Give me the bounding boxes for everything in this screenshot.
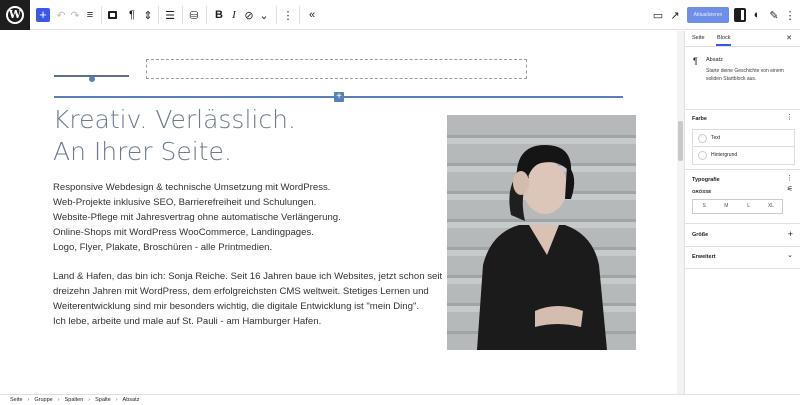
breadcrumb: Seite › Gruppe › Spalten › Spalte › Absa…	[0, 394, 800, 405]
color-panel: Farbe ⋮ Text Hintergrund	[685, 110, 800, 170]
heading-line: Kreativ. Verlässlich.	[53, 105, 296, 134]
paragraph-line: Web-Projekte inklusive SEO, Barrierefrei…	[53, 197, 317, 208]
paragraph-line: Weiterentwicklung sind mir besonders wic…	[53, 301, 420, 312]
more-formatting-icon[interactable]: ⌄	[259, 7, 269, 23]
breadcrumb-item[interactable]: Seite	[10, 397, 23, 403]
breadcrumb-item[interactable]: Absatz	[123, 397, 140, 403]
italic-button[interactable]: I	[229, 7, 239, 23]
breadcrumb-item[interactable]: Gruppe	[34, 397, 52, 403]
block-inserter-button[interactable]: +	[36, 8, 50, 22]
paragraph-line: Logo, Flyer, Plakate, Broschüren - alle …	[53, 242, 273, 253]
paragraph-line: Online-Shops mit WordPress WooCommerce, …	[53, 227, 314, 238]
font-size-s[interactable]: S	[693, 200, 715, 213]
breadcrumb-item[interactable]: Spalten	[65, 397, 84, 403]
services-paragraph[interactable]: Responsive Webdesign & technische Umsetz…	[53, 180, 433, 255]
undo-icon[interactable]: ↶	[56, 7, 66, 23]
close-icon[interactable]: ✕	[786, 34, 792, 42]
settings-toggle-icon[interactable]	[734, 8, 746, 22]
paragraph-icon[interactable]: ¶	[127, 7, 137, 23]
resize-handle[interactable]	[89, 76, 95, 82]
toolbar-divider	[101, 6, 102, 24]
font-size-label: GRÖSSE	[692, 189, 712, 194]
paragraph-line: Land & Hafen, das bin ich: Sonja Reiche.…	[53, 271, 443, 282]
toolbar-divider	[299, 6, 300, 24]
breadcrumb-separator: ›	[88, 397, 91, 403]
plugin-edit-icon[interactable]: ✎	[768, 7, 780, 23]
breadcrumb-separator: ›	[57, 397, 60, 403]
paragraph-line: Ich lebe, arbeite und male auf St. Pauli…	[53, 316, 322, 327]
tab-page[interactable]: Seite	[692, 35, 705, 41]
chevron-down-icon[interactable]: ⌄	[787, 251, 793, 259]
breadcrumb-separator: ›	[27, 397, 30, 403]
panel-title: Größe	[692, 232, 709, 238]
panel-title: Erweitert	[692, 254, 716, 260]
canvas-scrollbar[interactable]	[677, 31, 684, 394]
wordpress-icon: W	[6, 5, 24, 24]
collapse-toolbar-icon[interactable]: «	[307, 7, 317, 23]
paragraph-line: Website-Pflege mit Jahresvertrag ohne au…	[53, 212, 341, 223]
settings-sidebar: Seite Block ✕ ¶ Absatz Starte deine Gesc…	[684, 31, 800, 394]
top-toolbar: W + ↶ ↷ ≡ ¶ ⇕ ☰ ⛁ B I ⊘ ⌄ ⋮ « ▭ ↗ Aktual…	[0, 0, 800, 30]
preview-device-icon[interactable]: ▭	[652, 7, 664, 23]
styles-icon[interactable]: ◐	[751, 7, 763, 23]
tab-block[interactable]: Block	[715, 35, 732, 46]
about-paragraph[interactable]: Land & Hafen, das bin ich: Sonja Reiche.…	[53, 269, 443, 329]
font-size-l[interactable]: L	[738, 200, 760, 213]
sidebar-tabs: Seite Block ✕	[685, 31, 800, 47]
link-icon[interactable]: ⊘	[243, 7, 255, 23]
align-text-icon[interactable]: ☰	[165, 7, 175, 23]
font-size-xl[interactable]: XL	[760, 200, 782, 213]
font-size-picker: S M L XL	[692, 199, 783, 214]
block-bindings-icon[interactable]: ⛁	[189, 7, 199, 23]
heading-line: An Ihrer Seite.	[53, 137, 232, 166]
redo-icon[interactable]: ↷	[70, 7, 80, 23]
breadcrumb-item[interactable]: Spalte	[95, 397, 111, 403]
toolbar-divider	[182, 6, 183, 24]
paragraph-block-icon: ¶	[693, 56, 698, 66]
color-option-label: Text	[711, 135, 721, 141]
block-card: ¶ Absatz Starte deine Geschichte von ein…	[685, 47, 800, 110]
portrait-image[interactable]	[447, 115, 636, 350]
block-name: Absatz	[706, 57, 723, 63]
color-options: Text Hintergrund	[692, 129, 795, 165]
paragraph-line: dreizehn Jahren mit WordPress, dem erfol…	[53, 286, 429, 297]
toolbar-divider	[158, 6, 159, 24]
scrollbar-thumb[interactable]	[678, 121, 683, 161]
block-description: Starte deine Geschichte von einem solide…	[706, 68, 784, 82]
empty-block-placeholder[interactable]	[146, 59, 527, 79]
add-icon[interactable]: +	[788, 229, 793, 239]
update-button[interactable]: Aktualisieren	[687, 7, 729, 23]
panel-options-icon[interactable]: ⋮	[786, 174, 793, 182]
typography-panel: Typografie ⋮ GRÖSSE ⚟ S M L XL	[685, 170, 800, 224]
bold-button[interactable]: B	[214, 7, 224, 23]
editor-canvas: + Kreativ. Verlässlich. An Ihrer Seite. …	[0, 31, 677, 394]
block-editor: W + ↶ ↷ ≡ ¶ ⇕ ☰ ⛁ B I ⊘ ⌄ ⋮ « ▭ ↗ Aktual…	[0, 0, 800, 405]
wordpress-logo-button[interactable]: W	[0, 0, 30, 30]
block-options-icon[interactable]: ⋮	[283, 7, 294, 23]
breadcrumb-separator: ›	[115, 397, 118, 403]
view-page-icon[interactable]: ↗	[670, 7, 680, 23]
inline-inserter-button[interactable]: +	[334, 92, 344, 102]
font-size-m[interactable]: M	[715, 200, 737, 213]
portrait-photo	[447, 115, 636, 350]
color-background-option[interactable]: Hintergrund	[693, 147, 794, 164]
color-swatch	[698, 151, 707, 160]
color-text-option[interactable]: Text	[693, 130, 794, 147]
editor-options-icon[interactable]: ⋮	[785, 7, 796, 23]
block-type-icon[interactable]	[107, 7, 117, 23]
panel-title: Farbe	[692, 116, 707, 122]
hero-heading[interactable]: Kreativ. Verlässlich. An Ihrer Seite.	[53, 104, 413, 168]
panel-title: Typografie	[692, 177, 720, 183]
move-handle-icon[interactable]: ⇕	[143, 7, 153, 23]
custom-size-icon[interactable]: ⚟	[787, 185, 793, 193]
paragraph-line: Responsive Webdesign & technische Umsetz…	[53, 182, 331, 193]
color-swatch	[698, 134, 707, 143]
color-option-label: Hintergrund	[711, 152, 738, 158]
toolbar-divider	[206, 6, 207, 24]
list-view-icon[interactable]: ≡	[85, 7, 95, 23]
toolbar-divider	[276, 6, 277, 24]
advanced-panel[interactable]: Erweitert ⌄	[685, 247, 800, 269]
dimensions-panel[interactable]: Größe +	[685, 224, 800, 247]
panel-options-icon[interactable]: ⋮	[786, 113, 793, 121]
